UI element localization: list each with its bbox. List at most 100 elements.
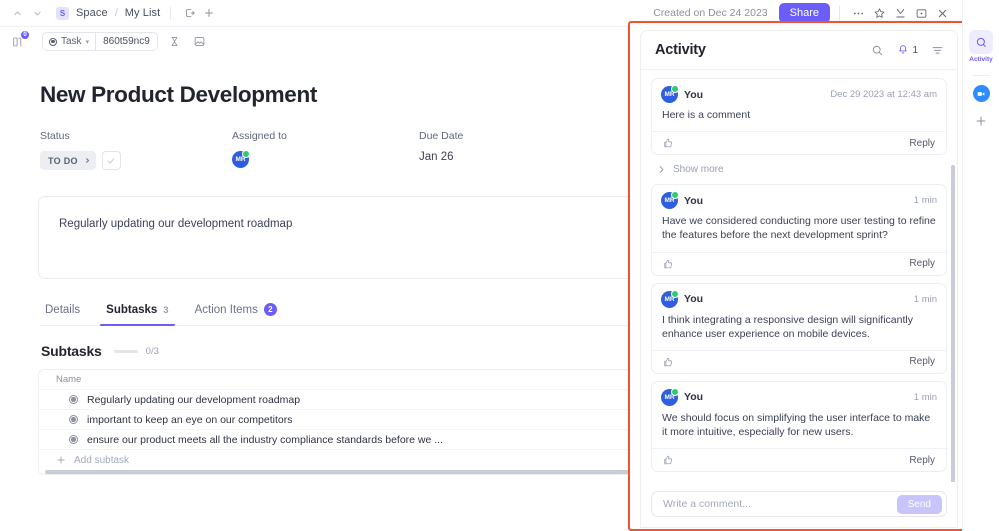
show-more-button[interactable]: Show more [651,162,947,177]
avatar[interactable]: MR [661,85,679,103]
comment-text: Have we considered conducting more user … [662,215,936,242]
comment-card: MR You 1 min We should focus on simplify… [651,380,947,473]
comment-text: I think integrating a responsive design … [662,313,913,340]
nav-up-icon[interactable] [8,4,26,22]
breadcrumb-space[interactable]: Space [76,7,108,19]
notifications-count: 1 [912,44,918,56]
column-header-name: Name [56,374,82,385]
plus-icon [57,456,65,464]
reply-button[interactable]: Reply [909,455,935,466]
video-camera-icon[interactable] [972,85,990,102]
star-icon[interactable] [870,4,889,23]
subtask-name-cell[interactable]: important to keep an eye on our competit… [39,414,721,426]
created-on-text: Created on Dec 24 2023 [653,7,768,19]
reply-button[interactable]: Reply [909,258,935,269]
bell-icon [899,45,908,54]
activity-header: Activity 1 [641,31,957,70]
breadcrumb-list[interactable]: My List [125,7,161,19]
task-type-label: Task [61,36,82,47]
activity-inner: Activity 1 MR You Dec 29 2023 at 12:43 a… [640,30,958,528]
screen-icon[interactable] [912,4,931,23]
comment-author: You [684,194,704,207]
status-pill[interactable]: TO DO [40,151,96,170]
due-date-value[interactable]: Jan 26 [419,151,463,163]
field-status: Status TO DO [40,130,232,170]
status-label: Status [40,130,70,142]
comment-text: We should focus on simplifying the user … [662,411,931,439]
subtask-status-dot-icon[interactable] [69,395,78,404]
search-icon[interactable] [871,44,884,57]
breadcrumb-divider [170,6,172,20]
reply-button[interactable]: Reply [909,138,935,149]
comment-header: MR You 1 min [652,284,946,311]
activity-icon[interactable] [969,30,993,54]
activity-feed[interactable]: MR You Dec 29 2023 at 12:43 am Here is a… [641,70,957,482]
send-button[interactable]: Send [896,494,942,514]
tab-details[interactable]: Details [43,300,82,325]
field-assignee: Assigned to MR [232,130,419,170]
thumbs-up-icon[interactable] [662,356,674,368]
activity-vertical-scrollbar[interactable] [951,165,955,482]
avatar[interactable]: MR [661,387,679,406]
subtasks-progress-text: 0/3 [145,345,159,357]
comment-input[interactable] [663,498,897,510]
image-icon[interactable] [191,33,208,50]
filter-icon[interactable] [931,44,944,57]
show-more-label: Show more [673,164,724,176]
hourglass-icon[interactable] [166,33,183,50]
comment-card: MR You 1 min I think integrating a respo… [651,282,947,374]
tab-subtasks[interactable]: Subtasks 3 [100,300,176,326]
task-id-label[interactable]: 860t59nc9 [95,33,157,50]
system-event-row: You created subtask: Regularly updating … [651,479,947,482]
chevron-down-icon[interactable]: ▾ [86,38,90,46]
space-avatar[interactable]: S [56,6,69,20]
subtask-status-dot-icon[interactable] [69,435,78,444]
activity-header-icons: 1 [871,44,944,57]
comment-header: MR You 1 min [652,382,946,409]
subtasks-heading: Subtasks [41,343,102,359]
thumbs-up-icon[interactable] [662,137,674,149]
documents-icon[interactable]: 0 [8,29,30,52]
tab-details-label: Details [45,304,81,316]
comment-card: MR You 1 min Have we considered conducti… [651,184,947,276]
add-app-icon[interactable] [975,115,987,130]
comment-footer: Reply [652,349,946,373]
assigned-to-label: Assigned to [232,130,287,142]
documents-count-badge: 0 [20,29,30,40]
thumbs-up-icon[interactable] [662,454,674,466]
share-button[interactable]: Share [778,3,830,23]
reply-button[interactable]: Reply [909,356,935,367]
nav-down-icon[interactable] [28,4,46,22]
task-detail-app: S Space / My List Created on Dec 24 2023… [0,0,999,531]
collapse-icon[interactable] [891,4,910,23]
close-icon[interactable] [933,4,952,23]
task-type-segment[interactable]: Task ▾ [43,33,95,50]
activity-panel: Activity 1 MR You Dec 29 2023 at 12:43 a… [628,21,967,531]
comment-input-wrapper[interactable]: Send [651,491,947,517]
subtask-name-cell[interactable]: Regularly updating our development roadm… [39,394,721,406]
notifications-bell[interactable]: 1 [897,44,918,56]
subtask-name: important to keep an eye on our competit… [87,413,293,426]
subtask-status-dot-icon[interactable] [69,415,78,424]
thumbs-up-icon[interactable] [662,258,674,270]
comment-timestamp: 1 min [913,195,937,207]
mark-complete-button[interactable] [101,151,121,170]
avatar[interactable]: MR [661,191,679,210]
add-tab-icon[interactable] [200,5,217,22]
status-next-icon [85,158,89,163]
subtask-name-cell[interactable]: ensure our product meets all the industr… [39,434,721,446]
open-in-icon[interactable] [181,5,198,22]
comment-header: MR You Dec 29 2023 at 12:43 am [652,79,946,106]
subtask-name: ensure our product meets all the industr… [87,433,444,446]
avatar[interactable]: MR [232,150,250,168]
tab-action-items[interactable]: Action Items 2 [193,299,279,325]
more-horizontal-icon[interactable] [849,4,868,23]
tab-action-items-label: Action Items [194,303,258,316]
toolbar-divider [839,5,840,21]
tab-subtasks-label: Subtasks [106,304,158,316]
avatar[interactable]: MR [661,289,679,308]
comment-timestamp: 1 min [913,293,937,305]
rail-item-activity[interactable]: Activity [969,30,993,63]
comment-footer: Reply [652,448,946,471]
task-type-pill[interactable]: Task ▾ 860t59nc9 [42,32,158,51]
